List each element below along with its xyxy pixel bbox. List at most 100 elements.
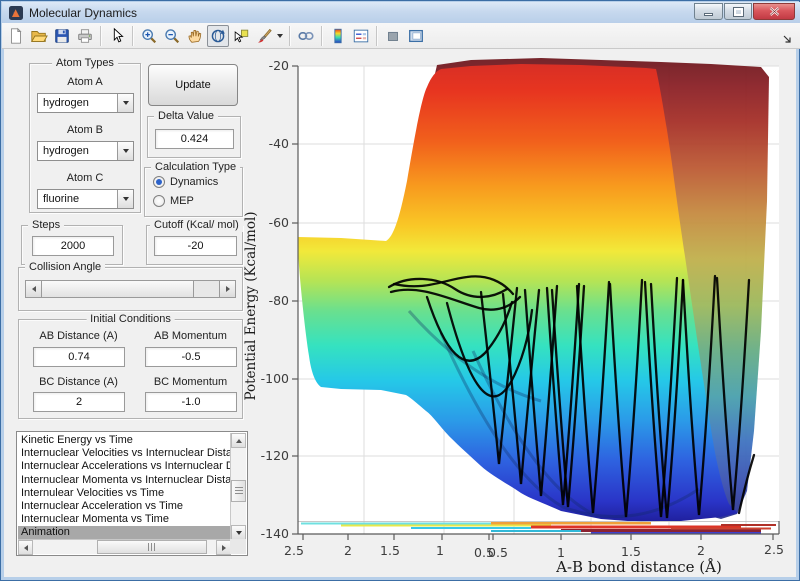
dynamics-radio[interactable]: Dynamics bbox=[153, 176, 218, 188]
update-button[interactable]: Update bbox=[148, 64, 238, 106]
delta-value-field[interactable]: 0.424 bbox=[155, 129, 234, 149]
y-tick: -140 bbox=[261, 526, 289, 541]
arrow-left-icon bbox=[32, 286, 36, 292]
delta-value-panel: Delta Value 0.424 bbox=[147, 116, 241, 158]
rotate-3d-button[interactable] bbox=[207, 25, 229, 47]
bc-distance-label: BC Distance (A) bbox=[31, 376, 126, 388]
print-button[interactable] bbox=[74, 25, 96, 47]
bc-momentum-field[interactable]: -1.0 bbox=[145, 392, 237, 412]
maximize-icon bbox=[734, 8, 743, 16]
scroll-grip-icon bbox=[148, 543, 156, 551]
new-figure-button[interactable] bbox=[5, 25, 27, 47]
x-tick: 2.5 bbox=[284, 543, 304, 558]
show-plot-tools-icon bbox=[407, 27, 425, 45]
list-item[interactable]: Kinetic Energy vs Time bbox=[18, 434, 231, 447]
show-plot-tools-button[interactable] bbox=[405, 25, 427, 47]
plot-type-listbox[interactable]: Kinetic Energy vs Time Internuclear Velo… bbox=[16, 431, 248, 556]
list-item[interactable]: Internuclear Velocities vs Internuclear … bbox=[18, 447, 231, 460]
collision-angle-slider[interactable] bbox=[25, 280, 236, 298]
cutoff-panel: Cutoff (Kcal/ mol) -20 bbox=[146, 225, 243, 265]
insert-legend-button[interactable] bbox=[350, 25, 372, 47]
cutoff-field[interactable]: -20 bbox=[154, 236, 237, 256]
surface-plot-axes[interactable]: -20 -40 -60 -80 -100 -120 -140 2.5 2 1.5… bbox=[241, 51, 800, 578]
x-tick: 2 bbox=[344, 543, 352, 558]
y-tick-labels: -20 -40 -60 -80 -100 -120 -140 bbox=[261, 58, 289, 541]
ab-distance-field[interactable]: 0.74 bbox=[33, 347, 125, 367]
brush-dropdown-button[interactable] bbox=[275, 25, 285, 47]
mep-radio[interactable]: MEP bbox=[153, 195, 194, 207]
link-plot-button[interactable] bbox=[295, 25, 317, 47]
surface-plot-canvas[interactable]: -20 -40 -60 -80 -100 -120 -140 2.5 2 1.5… bbox=[241, 51, 800, 578]
data-cursor-button[interactable] bbox=[230, 25, 252, 47]
list-item[interactable]: Internuclear Acceleration vs Time bbox=[18, 500, 231, 513]
minimize-button[interactable] bbox=[694, 3, 723, 20]
atom-c-dropdown-button[interactable] bbox=[117, 190, 133, 208]
atom-b-dropdown-button[interactable] bbox=[117, 142, 133, 160]
matlab-icon bbox=[9, 6, 23, 20]
listbox-horizontal-scrollbar[interactable] bbox=[18, 539, 231, 554]
hide-plot-tools-button[interactable] bbox=[382, 25, 404, 47]
zoom-in-button[interactable] bbox=[138, 25, 160, 47]
maximize-button[interactable] bbox=[724, 3, 752, 20]
y-tick: -120 bbox=[261, 448, 289, 463]
y-axis-label: Potential Energy (Kcal/mol) bbox=[243, 211, 259, 400]
atom-c-dropdown[interactable]: fluorine bbox=[37, 189, 134, 209]
app-window: Molecular Dynamics bbox=[0, 0, 800, 581]
save-figure-button[interactable] bbox=[51, 25, 73, 47]
atom-a-value: hydrogen bbox=[38, 97, 117, 109]
steps-title: Steps bbox=[28, 219, 64, 232]
list-item[interactable]: Internuclear Accelerations vs Internucle… bbox=[18, 460, 231, 473]
slider-right-button[interactable] bbox=[219, 281, 235, 297]
zoom-in-icon bbox=[140, 27, 158, 45]
toolbar-separator bbox=[100, 26, 101, 46]
list-item-selected[interactable]: Animation bbox=[18, 526, 231, 539]
toolbar-overflow-button[interactable] bbox=[783, 31, 792, 49]
pan-button[interactable] bbox=[184, 25, 206, 47]
radio-selected-icon bbox=[153, 176, 165, 188]
chevron-down-icon bbox=[123, 101, 129, 105]
ab-distance-label: AB Distance (A) bbox=[31, 330, 126, 342]
list-item[interactable]: Internuclear Momenta vs Time bbox=[18, 513, 231, 526]
atom-c-label: Atom C bbox=[30, 172, 140, 184]
edit-plot-button[interactable] bbox=[106, 25, 128, 47]
horizontal-scroll-thumb[interactable] bbox=[97, 540, 207, 554]
print-icon bbox=[76, 27, 94, 45]
atom-a-dropdown[interactable]: hydrogen bbox=[37, 93, 134, 113]
titlebar[interactable]: Molecular Dynamics bbox=[2, 2, 800, 23]
atom-a-label: Atom A bbox=[30, 76, 140, 88]
open-file-button[interactable] bbox=[28, 25, 50, 47]
initial-conditions-title: Initial Conditions bbox=[86, 313, 175, 326]
chevron-down-icon bbox=[277, 34, 283, 38]
slider-thumb[interactable] bbox=[42, 281, 194, 297]
atom-c-value: fluorine bbox=[38, 193, 117, 205]
brush-button[interactable] bbox=[253, 25, 275, 47]
list-item[interactable]: Internulear Velocities vs Time bbox=[18, 487, 231, 500]
steps-field[interactable]: 2000 bbox=[32, 236, 114, 256]
slider-left-button[interactable] bbox=[26, 281, 42, 297]
insert-colorbar-button[interactable] bbox=[327, 25, 349, 47]
y-tick: -20 bbox=[269, 58, 289, 73]
ab-momentum-field[interactable]: -0.5 bbox=[145, 347, 237, 367]
zoom-out-button[interactable] bbox=[161, 25, 183, 47]
scroll-left-button[interactable] bbox=[18, 540, 33, 555]
pan-icon bbox=[186, 27, 204, 45]
chevron-down-icon bbox=[123, 197, 129, 201]
insert-colorbar-icon bbox=[329, 27, 347, 45]
scroll-right-button[interactable] bbox=[216, 540, 231, 555]
ab-momentum-label: AB Momentum bbox=[143, 330, 238, 342]
close-button[interactable] bbox=[753, 3, 795, 20]
dynamics-radio-label: Dynamics bbox=[170, 176, 218, 188]
atom-b-value: hydrogen bbox=[38, 145, 117, 157]
collision-angle-title: Collision Angle bbox=[25, 261, 105, 274]
atom-a-dropdown-button[interactable] bbox=[117, 94, 133, 112]
atom-b-dropdown[interactable]: hydrogen bbox=[37, 141, 134, 161]
toolbar-separator bbox=[132, 26, 133, 46]
arrow-right-icon bbox=[222, 545, 226, 551]
list-item[interactable]: Internuclear Momenta vs Internuclear Dis… bbox=[18, 474, 231, 487]
plot-type-list: Kinetic Energy vs Time Internuclear Velo… bbox=[18, 434, 231, 539]
brush-icon bbox=[255, 27, 273, 45]
x-axis-label: A-B bond distance (Å) bbox=[555, 558, 722, 576]
window-title: Molecular Dynamics bbox=[29, 6, 137, 20]
bc-distance-field[interactable]: 2 bbox=[33, 392, 125, 412]
edit-plot-icon bbox=[108, 27, 126, 45]
